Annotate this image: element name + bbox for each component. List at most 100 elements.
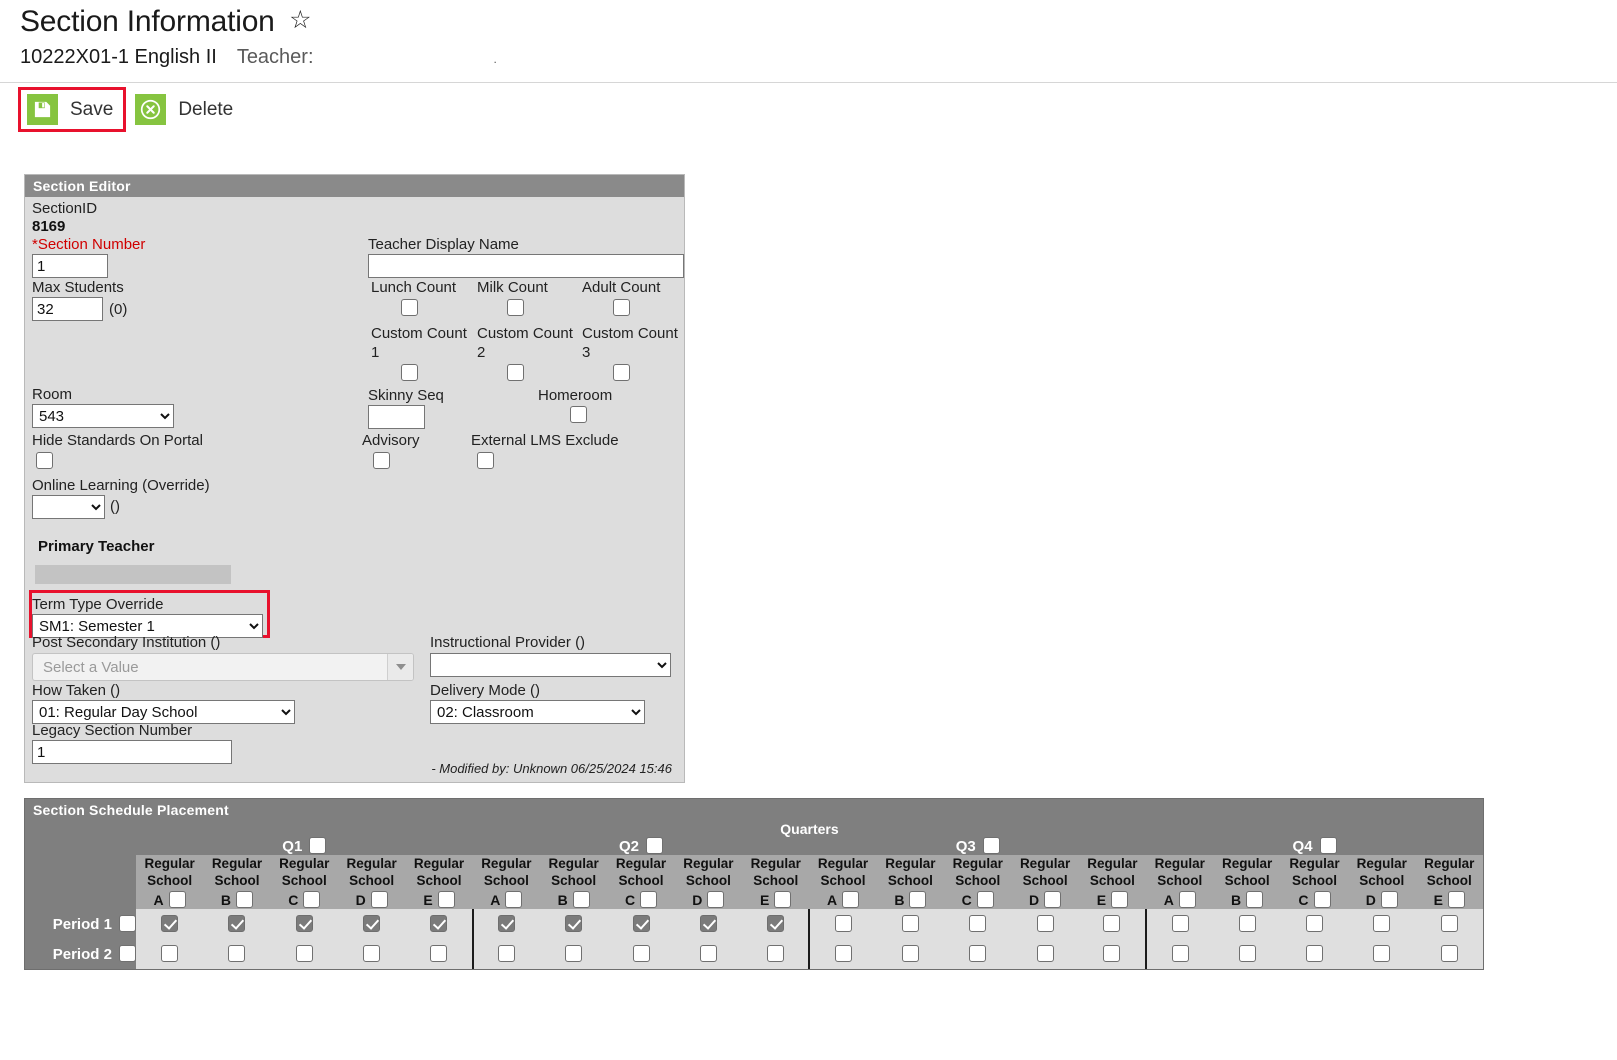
teacher-label: Teacher: <box>236 46 314 68</box>
max-students-input[interactable] <box>32 297 103 321</box>
column-select-all-checkbox[interactable] <box>370 891 388 908</box>
schedule-placement-checkbox[interactable] <box>1305 945 1323 963</box>
quarter-select-all-checkbox-q3[interactable] <box>982 837 1000 854</box>
column-select-all-checkbox[interactable] <box>640 891 658 908</box>
schedule-placement-checkbox[interactable] <box>228 945 246 963</box>
schedule-placement-checkbox[interactable] <box>498 945 516 963</box>
schedule-placement-checkbox[interactable] <box>766 945 784 963</box>
external-lms-exclude-checkbox[interactable] <box>477 452 494 469</box>
online-learning-select[interactable] <box>32 495 105 519</box>
schedule-placement-checkbox[interactable] <box>161 915 179 933</box>
schedule-placement-checkbox[interactable] <box>699 945 717 963</box>
column-select-all-checkbox[interactable] <box>1447 891 1465 908</box>
schedule-placement-checkbox[interactable] <box>1238 945 1256 963</box>
schedule-placement-checkbox[interactable] <box>835 915 853 933</box>
schedule-placement-checkbox[interactable] <box>1373 945 1391 963</box>
column-select-all-checkbox[interactable] <box>774 891 792 908</box>
schedule-placement-checkbox[interactable] <box>969 915 987 933</box>
quarter-select-all-checkbox-q1[interactable] <box>309 837 327 854</box>
schedule-placement-checkbox[interactable] <box>1103 915 1121 933</box>
schedule-placement-checkbox[interactable] <box>1305 915 1323 933</box>
schedule-placement-checkbox[interactable] <box>766 915 784 933</box>
homeroom-checkbox[interactable] <box>570 406 587 423</box>
room-select[interactable]: 543 <box>32 404 174 428</box>
x-circle-icon <box>135 94 167 125</box>
column-select-all-checkbox[interactable] <box>1380 891 1398 908</box>
hide-standards-checkbox[interactable] <box>36 452 53 469</box>
schedule-placement-checkbox[interactable] <box>363 915 381 933</box>
column-select-all-checkbox[interactable] <box>1246 891 1264 908</box>
schedule-placement-checkbox[interactable] <box>1103 945 1121 963</box>
column-letter: C <box>961 892 972 908</box>
column-select-all-checkbox[interactable] <box>236 891 254 908</box>
schedule-placement-checkbox[interactable] <box>565 915 583 933</box>
custom-count-1-checkbox[interactable] <box>401 364 418 381</box>
schedule-column-header: Regular School D <box>674 855 743 909</box>
column-select-all-checkbox[interactable] <box>1044 891 1062 908</box>
column-select-all-checkbox[interactable] <box>437 891 455 908</box>
post-secondary-select[interactable]: Select a Value <box>32 653 414 681</box>
column-select-all-checkbox[interactable] <box>976 891 994 908</box>
schedule-placement-checkbox[interactable] <box>295 945 313 963</box>
schedule-placement-checkbox[interactable] <box>1440 915 1458 933</box>
milk-count-checkbox[interactable] <box>507 299 524 316</box>
delivery-mode-select[interactable]: 02: Classroom <box>430 700 645 724</box>
column-select-all-checkbox[interactable] <box>707 891 725 908</box>
quarter-select-all-checkbox-q4[interactable] <box>1319 837 1337 854</box>
favorite-star-icon[interactable]: ☆ <box>289 5 311 35</box>
schedule-placement-checkbox[interactable] <box>228 915 246 933</box>
custom-count-2-checkbox[interactable] <box>507 364 524 381</box>
adult-count-checkbox[interactable] <box>613 299 630 316</box>
advisory-checkbox[interactable] <box>373 452 390 469</box>
delete-button[interactable]: Delete <box>126 87 246 132</box>
column-select-all-checkbox[interactable] <box>303 891 321 908</box>
column-select-all-checkbox[interactable] <box>572 891 590 908</box>
quarter-select-all-checkbox-q2[interactable] <box>646 837 664 854</box>
schedule-placement-checkbox[interactable] <box>161 945 179 963</box>
schedule-placement-checkbox[interactable] <box>295 915 313 933</box>
schedule-placement-checkbox[interactable] <box>699 915 717 933</box>
instructional-provider-select[interactable] <box>430 653 671 677</box>
schedule-placement-checkbox[interactable] <box>565 945 583 963</box>
column-select-all-checkbox[interactable] <box>505 891 523 908</box>
lunch-count-checkbox[interactable] <box>401 299 418 316</box>
online-learning-suffix: () <box>110 498 120 515</box>
advisory-label: Advisory <box>362 432 420 449</box>
column-select-all-checkbox[interactable] <box>1313 891 1331 908</box>
how-taken-label: How Taken () <box>32 682 121 699</box>
schedule-placement-table: Quarters Q1 Q2 Q3 Q4 Regular School A Regular S… <box>25 821 1483 969</box>
schedule-placement-checkbox[interactable] <box>901 945 919 963</box>
schedule-placement-checkbox[interactable] <box>498 915 516 933</box>
schedule-placement-checkbox[interactable] <box>363 945 381 963</box>
column-select-all-checkbox[interactable] <box>909 891 927 908</box>
save-button[interactable]: Save <box>18 87 127 132</box>
teacher-display-name-input[interactable] <box>368 254 684 278</box>
column-select-all-checkbox[interactable] <box>1111 891 1129 908</box>
column-select-all-checkbox[interactable] <box>842 891 860 908</box>
schedule-placement-checkbox[interactable] <box>632 915 650 933</box>
schedule-placement-checkbox[interactable] <box>1036 945 1054 963</box>
legacy-section-number-input[interactable] <box>32 740 232 764</box>
column-select-all-checkbox[interactable] <box>168 891 186 908</box>
schedule-placement-checkbox[interactable] <box>1036 915 1054 933</box>
schedule-placement-checkbox[interactable] <box>969 945 987 963</box>
period-select-all-checkbox[interactable] <box>118 915 136 932</box>
schedule-placement-checkbox[interactable] <box>632 945 650 963</box>
schedule-placement-checkbox[interactable] <box>901 915 919 933</box>
schedule-placement-checkbox[interactable] <box>1440 945 1458 963</box>
schedule-placement-checkbox[interactable] <box>1171 945 1189 963</box>
schedule-placement-checkbox[interactable] <box>429 945 447 963</box>
schedule-cell <box>1011 939 1079 969</box>
schedule-placement-checkbox[interactable] <box>1238 915 1256 933</box>
period-select-all-checkbox[interactable] <box>118 945 136 962</box>
schedule-placement-checkbox[interactable] <box>1373 915 1391 933</box>
schedule-placement-checkbox[interactable] <box>835 945 853 963</box>
skinny-seq-input[interactable] <box>368 405 425 429</box>
section-number-input[interactable] <box>32 254 108 278</box>
chevron-down-icon[interactable] <box>387 654 413 680</box>
schedule-placement-checkbox[interactable] <box>429 915 447 933</box>
custom-count-3-checkbox[interactable] <box>613 364 630 381</box>
schedule-cell <box>944 909 1012 939</box>
schedule-placement-checkbox[interactable] <box>1171 915 1189 933</box>
column-select-all-checkbox[interactable] <box>1178 891 1196 908</box>
